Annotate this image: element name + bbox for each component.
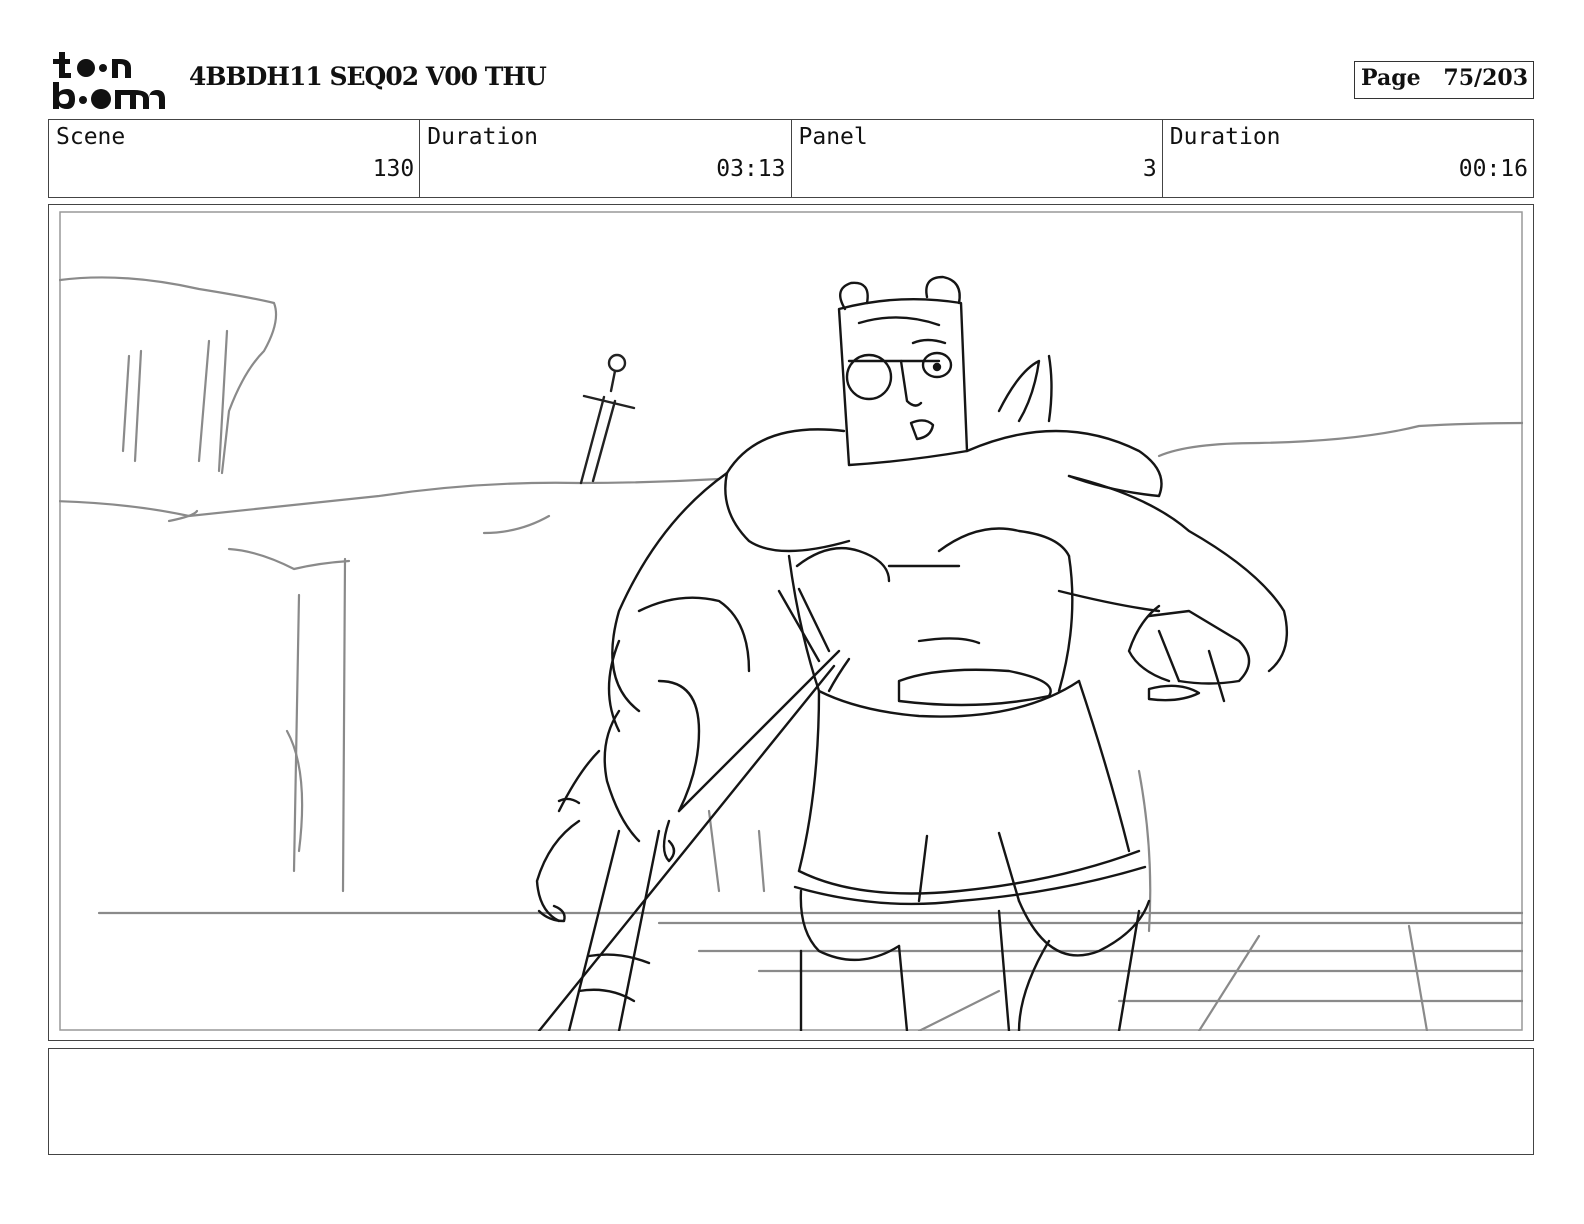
panel-cell: Panel 3	[792, 120, 1163, 197]
panel-info-row: Scene 130 Duration 03:13 Panel 3 Duratio…	[48, 119, 1534, 198]
panel-notes	[48, 1048, 1534, 1155]
panel-duration-cell: Duration 00:16	[1163, 120, 1533, 197]
document-title: 4BBDH11 SEQ02 V00 THU	[189, 62, 547, 91]
panel-label: Panel	[798, 124, 868, 150]
panel-duration-label: Duration	[1169, 124, 1281, 150]
storyboard-panel	[48, 204, 1534, 1041]
toonboom-logo	[53, 52, 165, 109]
scene-label: Scene	[56, 124, 126, 150]
scene-duration-cell: Duration 03:13	[420, 120, 792, 197]
page-number: 75/203	[1443, 65, 1528, 91]
panel-duration-value: 00:16	[1458, 156, 1528, 182]
scene-cell: Scene 130	[49, 120, 421, 197]
scene-duration-value: 03:13	[716, 156, 786, 182]
scene-value: 130	[372, 156, 415, 182]
panel-value: 3	[1142, 156, 1157, 182]
storyboard-sketch	[59, 211, 1523, 1031]
page-indicator: Page 75/203	[1354, 61, 1534, 99]
scene-duration-label: Duration	[427, 124, 539, 150]
page-label: Page	[1361, 65, 1421, 91]
